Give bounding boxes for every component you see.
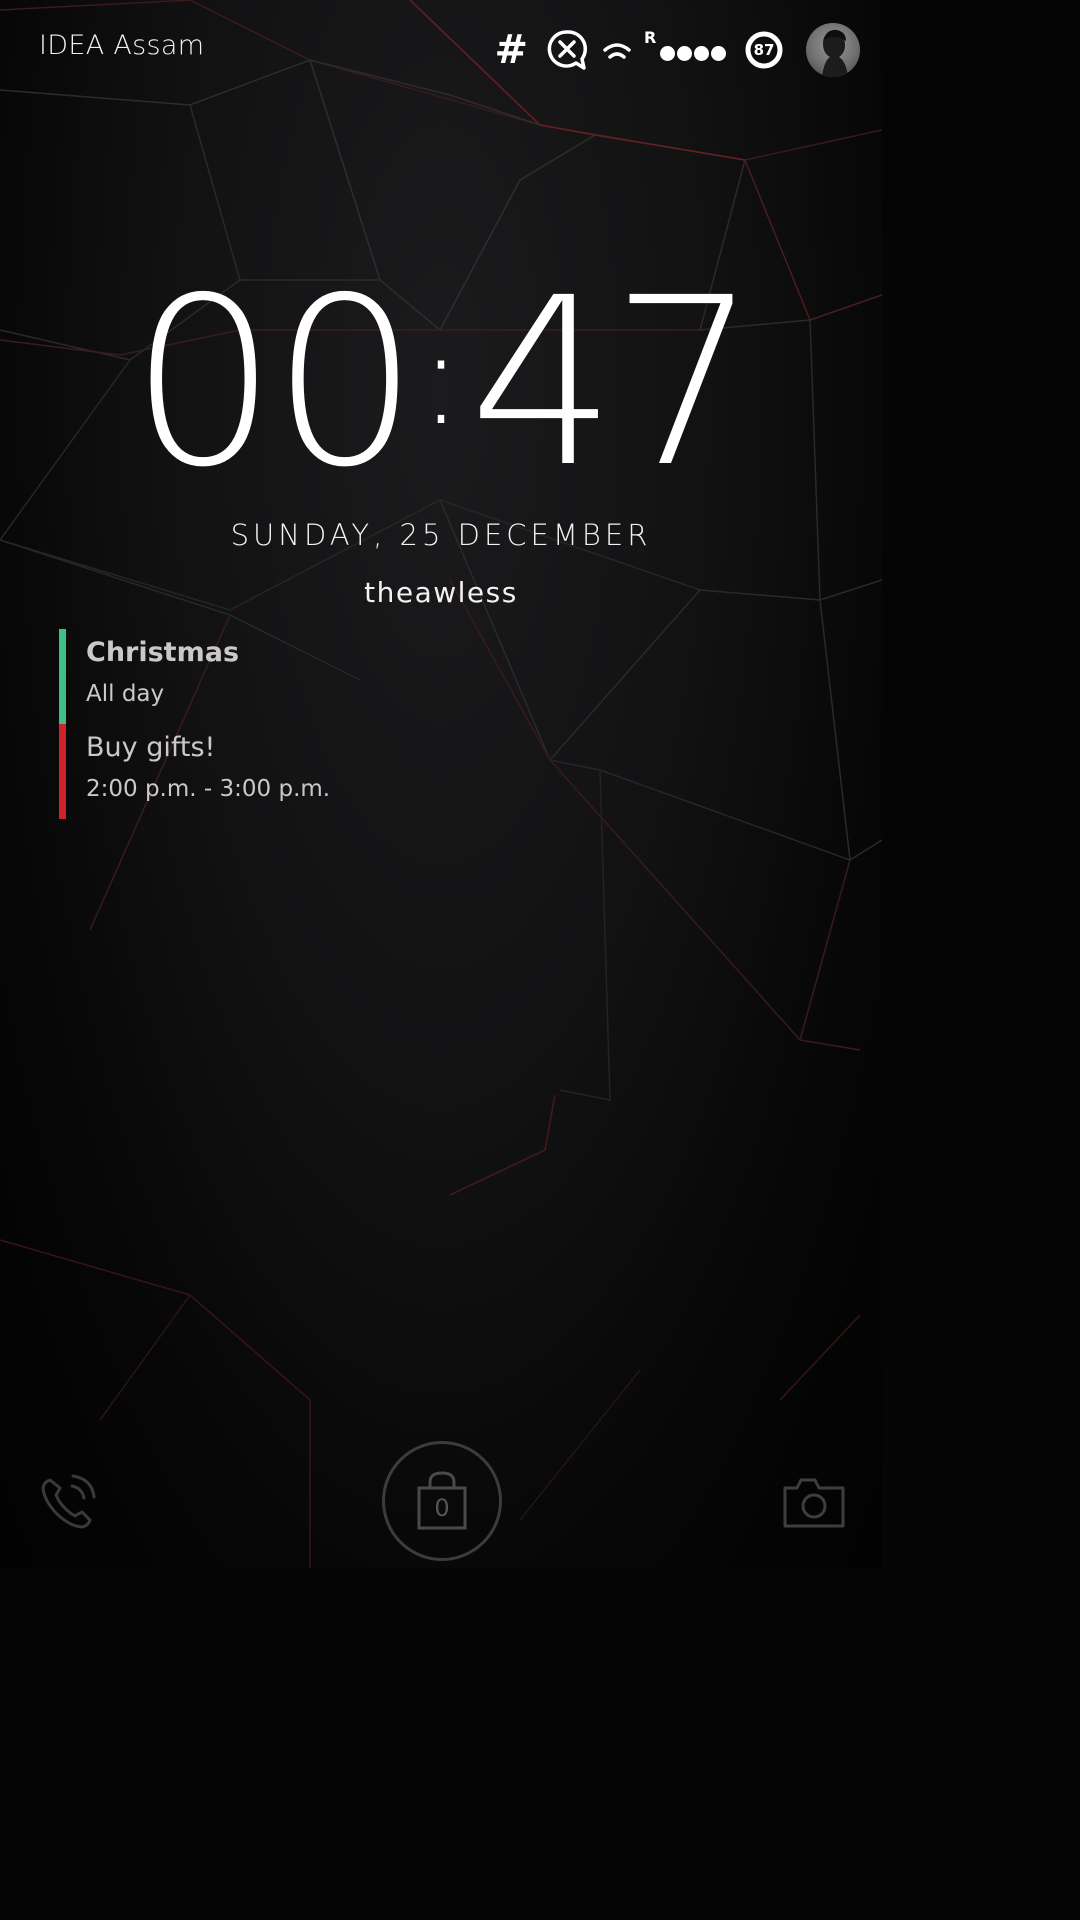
clock: 00:47 (0, 262, 882, 499)
roaming-indicator: R (644, 27, 657, 47)
signal-icon: R (644, 28, 726, 61)
battery-icon: 87 (744, 30, 784, 70)
phone-icon[interactable] (36, 1470, 100, 1534)
avatar[interactable] (806, 23, 860, 77)
carrier-name: IDEA Assam (39, 30, 205, 61)
event-time: 2:00 p.m. - 3:00 p.m. (86, 776, 331, 802)
wifi-icon (602, 35, 632, 65)
clock-separator: : (419, 302, 463, 454)
calendar-event[interactable]: Buy gifts! 2:00 p.m. - 3:00 p.m. (59, 724, 559, 819)
unlock-button[interactable]: 0 (382, 1441, 502, 1561)
owner-name: theawless (364, 576, 518, 609)
signal-bar (677, 45, 692, 61)
hash-icon: # (494, 27, 528, 73)
unlock-notification-count: 0 (434, 1494, 450, 1522)
event-color-bar (59, 629, 66, 724)
clock-hours: 00 (129, 248, 419, 518)
clock-minutes: 47 (468, 248, 758, 518)
signal-bar (711, 45, 726, 61)
status-icons: # R 87 (494, 22, 860, 78)
lock-screen: IDEA Assam # R 87 00:47 SUNDAY, 25 DECEM… (0, 0, 882, 1568)
signal-bar (694, 45, 709, 61)
signal-bar (660, 45, 675, 61)
event-title: Buy gifts! (86, 732, 216, 763)
no-messages-icon (546, 29, 588, 71)
date-label: SUNDAY, 25 DECEMBER (230, 518, 652, 552)
battery-percent: 87 (753, 41, 775, 59)
event-title: Christmas (86, 637, 240, 668)
event-color-bar (59, 724, 66, 819)
calendar-event[interactable]: Christmas All day (59, 629, 559, 724)
event-time: All day (86, 681, 165, 707)
camera-icon[interactable] (781, 1474, 847, 1530)
